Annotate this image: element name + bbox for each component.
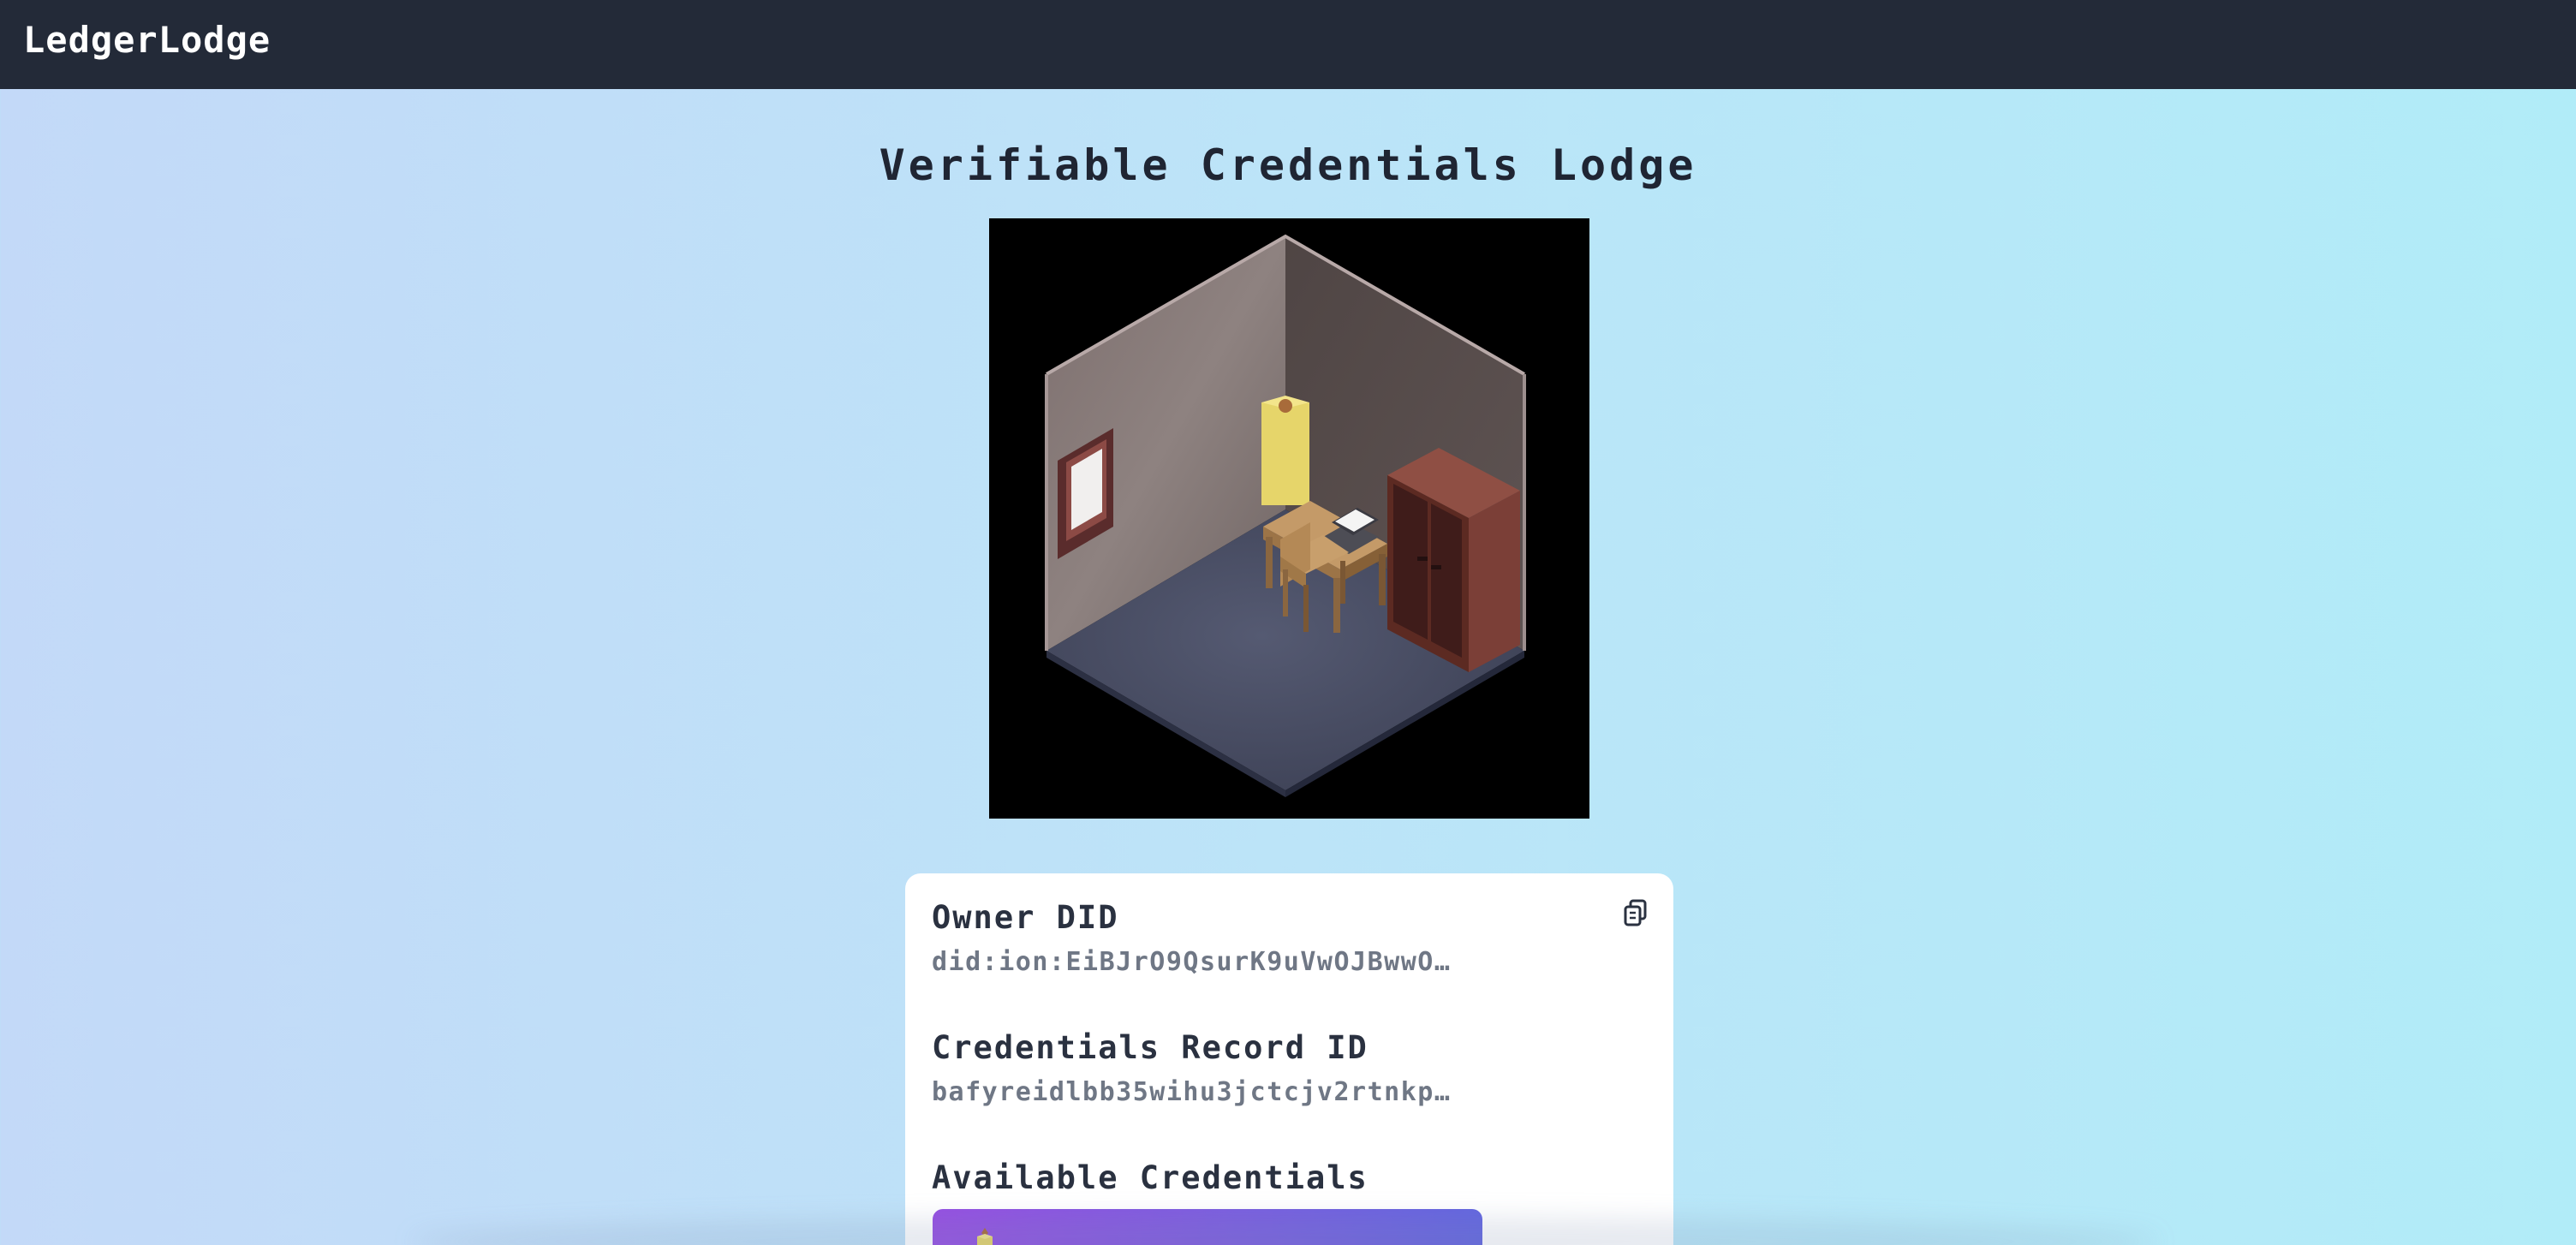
top-navigation-bar: LedgerLodge xyxy=(0,0,2576,89)
record-id-label: Credentials Record ID xyxy=(932,1029,1368,1066)
scroll-shadow xyxy=(411,1216,2158,1245)
owner-did-value[interactable]: did:ion:EiBJrO9QsurK9uVwOJBwwO… xyxy=(932,947,1583,977)
brand-logo-text[interactable]: LedgerLodge xyxy=(23,19,271,61)
page-title: Verifiable Credentials Lodge xyxy=(879,140,1697,190)
record-id-value[interactable]: bafyreidlbb35wihu3jctcjv2rtnkp… xyxy=(932,1077,1583,1107)
copy-icon[interactable] xyxy=(1621,897,1652,928)
isometric-room-image xyxy=(989,218,1589,819)
owner-did-label: Owner DID xyxy=(932,899,1119,936)
available-credentials-label: Available Credentials xyxy=(932,1159,1368,1196)
credential-details-card: Owner DID did:ion:EiBJrO9QsurK9uVwOJBwwO… xyxy=(905,873,1673,1245)
